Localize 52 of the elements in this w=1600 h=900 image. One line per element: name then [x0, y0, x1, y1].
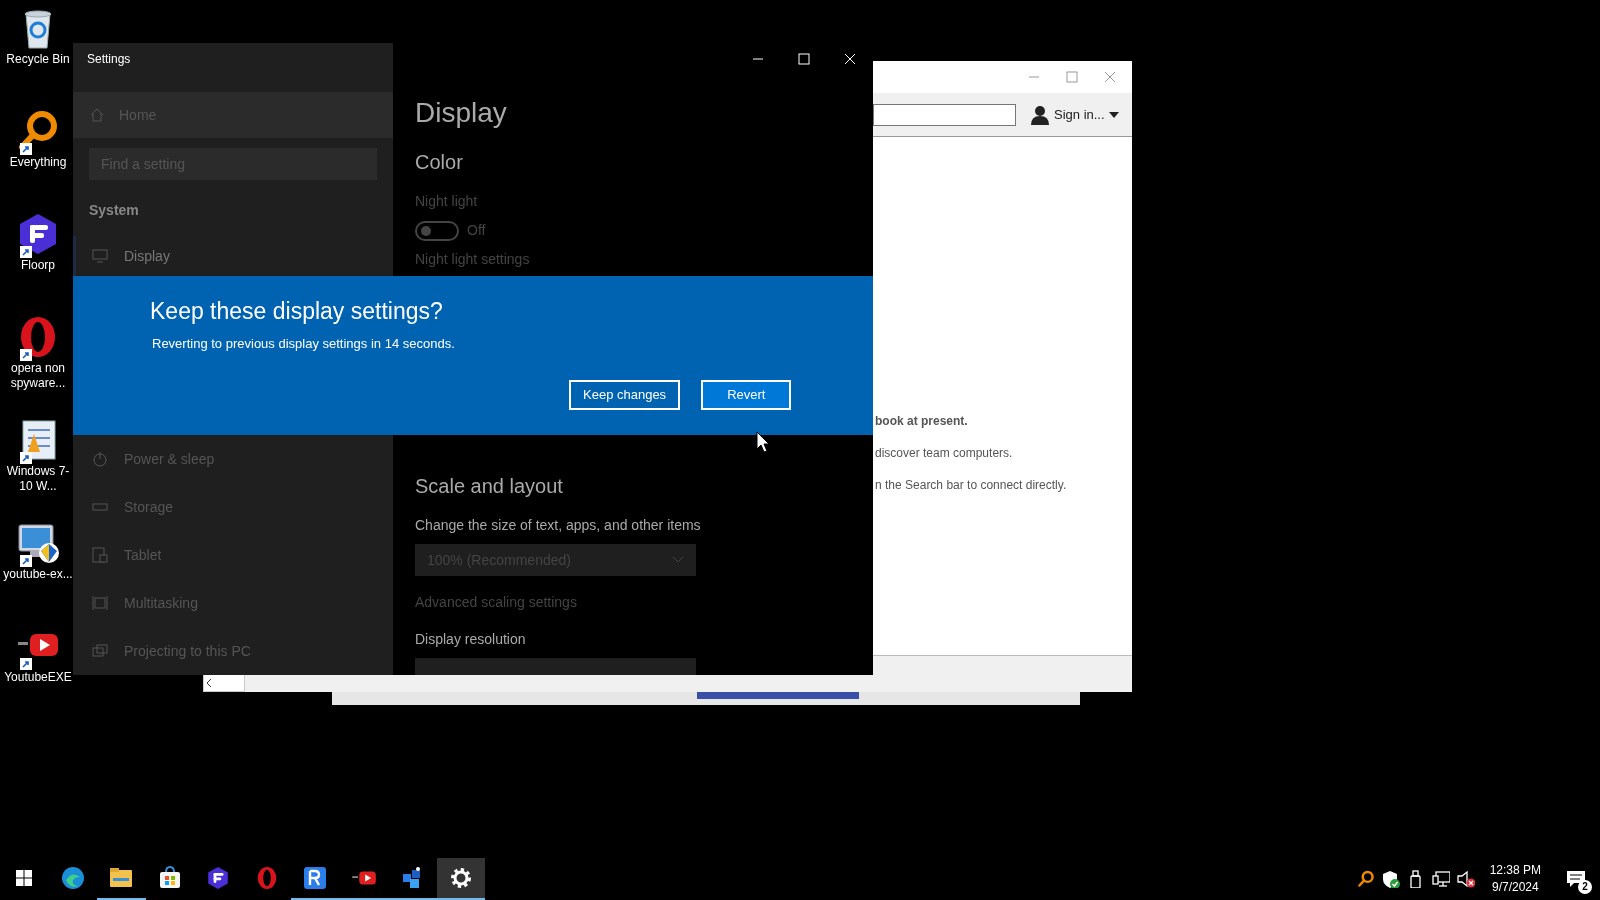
- dialog-title: Keep these display settings?: [150, 297, 444, 326]
- monitor-icon[interactable]: [16, 521, 60, 565]
- shield-icon[interactable]: [1381, 870, 1400, 888]
- magnifier-icon[interactable]: [1356, 870, 1375, 888]
- message-text: discover team computers.: [875, 445, 1014, 462]
- power-icon: [92, 451, 108, 467]
- setting-label: Display resolution: [415, 630, 527, 649]
- desktop-icon-label[interactable]: youtube-ex...: [3, 567, 73, 582]
- toggle-state-text: Off: [467, 221, 486, 240]
- muted-speaker-icon[interactable]: [1456, 870, 1475, 888]
- chevron-icon: [672, 556, 684, 564]
- settings-icon: [448, 866, 473, 890]
- window-title: Settings: [86, 51, 132, 68]
- tablet-icon: [92, 547, 108, 563]
- home-icon: [89, 107, 105, 123]
- multitasking-icon: [92, 595, 108, 611]
- projector-icon: [92, 643, 108, 659]
- desktop-icon-label[interactable]: opera non spyware...: [0, 361, 76, 391]
- desktop-icon-label[interactable]: Recycle Bin: [6, 52, 70, 67]
- desktop-icon-label[interactable]: Floorp: [21, 258, 55, 273]
- folder-icon: [109, 866, 134, 890]
- shopping-bag-icon: [157, 866, 182, 890]
- notification-count: 2: [1578, 880, 1592, 894]
- sign-in-link[interactable]: Sign in...: [1054, 104, 1105, 125]
- search-field[interactable]: [873, 103, 1016, 126]
- network-icon[interactable]: [1431, 870, 1450, 888]
- taskbar-button[interactable]: [436, 858, 485, 900]
- message-text: n the Search bar to connect directly.: [875, 477, 1068, 494]
- desktop-icon-label[interactable]: YoutubeEXE: [4, 670, 72, 685]
- wave-logo-icon: [60, 866, 85, 890]
- setting-label: Night light: [415, 192, 479, 211]
- hexagon-logo-icon: [206, 866, 231, 890]
- user-icon[interactable]: [1030, 104, 1050, 125]
- dialog-button[interactable]: Keep changes: [569, 380, 681, 410]
- monitor-icon: [92, 248, 108, 264]
- page-heading: Display: [415, 96, 508, 130]
- windows-logo-icon: [16, 870, 33, 886]
- mouse-pointer-icon: [756, 431, 770, 453]
- toggle-switch[interactable]: [415, 220, 459, 241]
- section-heading: System: [88, 201, 140, 220]
- section-heading: Color: [415, 150, 464, 175]
- notification-icon[interactable]: [1566, 870, 1586, 888]
- desktop-icon-label[interactable]: Everything: [9, 155, 67, 170]
- message-text: book at present.: [875, 413, 969, 430]
- app-tile-icon: [303, 866, 328, 890]
- desktop-icon-label[interactable]: Windows 7-10 W...: [0, 464, 76, 494]
- clock[interactable]: 12:38 PM 9/7/2024: [1489, 862, 1541, 896]
- setting-label: Change the size of text, apps, and other items: [415, 516, 702, 535]
- section-heading: Scale and layout: [415, 474, 564, 499]
- dialog-message: Reverting to previous display settings in 14 seconds.: [152, 335, 456, 353]
- caret-icon[interactable]: [1108, 111, 1119, 118]
- dialog-button[interactable]: Revert: [701, 380, 792, 410]
